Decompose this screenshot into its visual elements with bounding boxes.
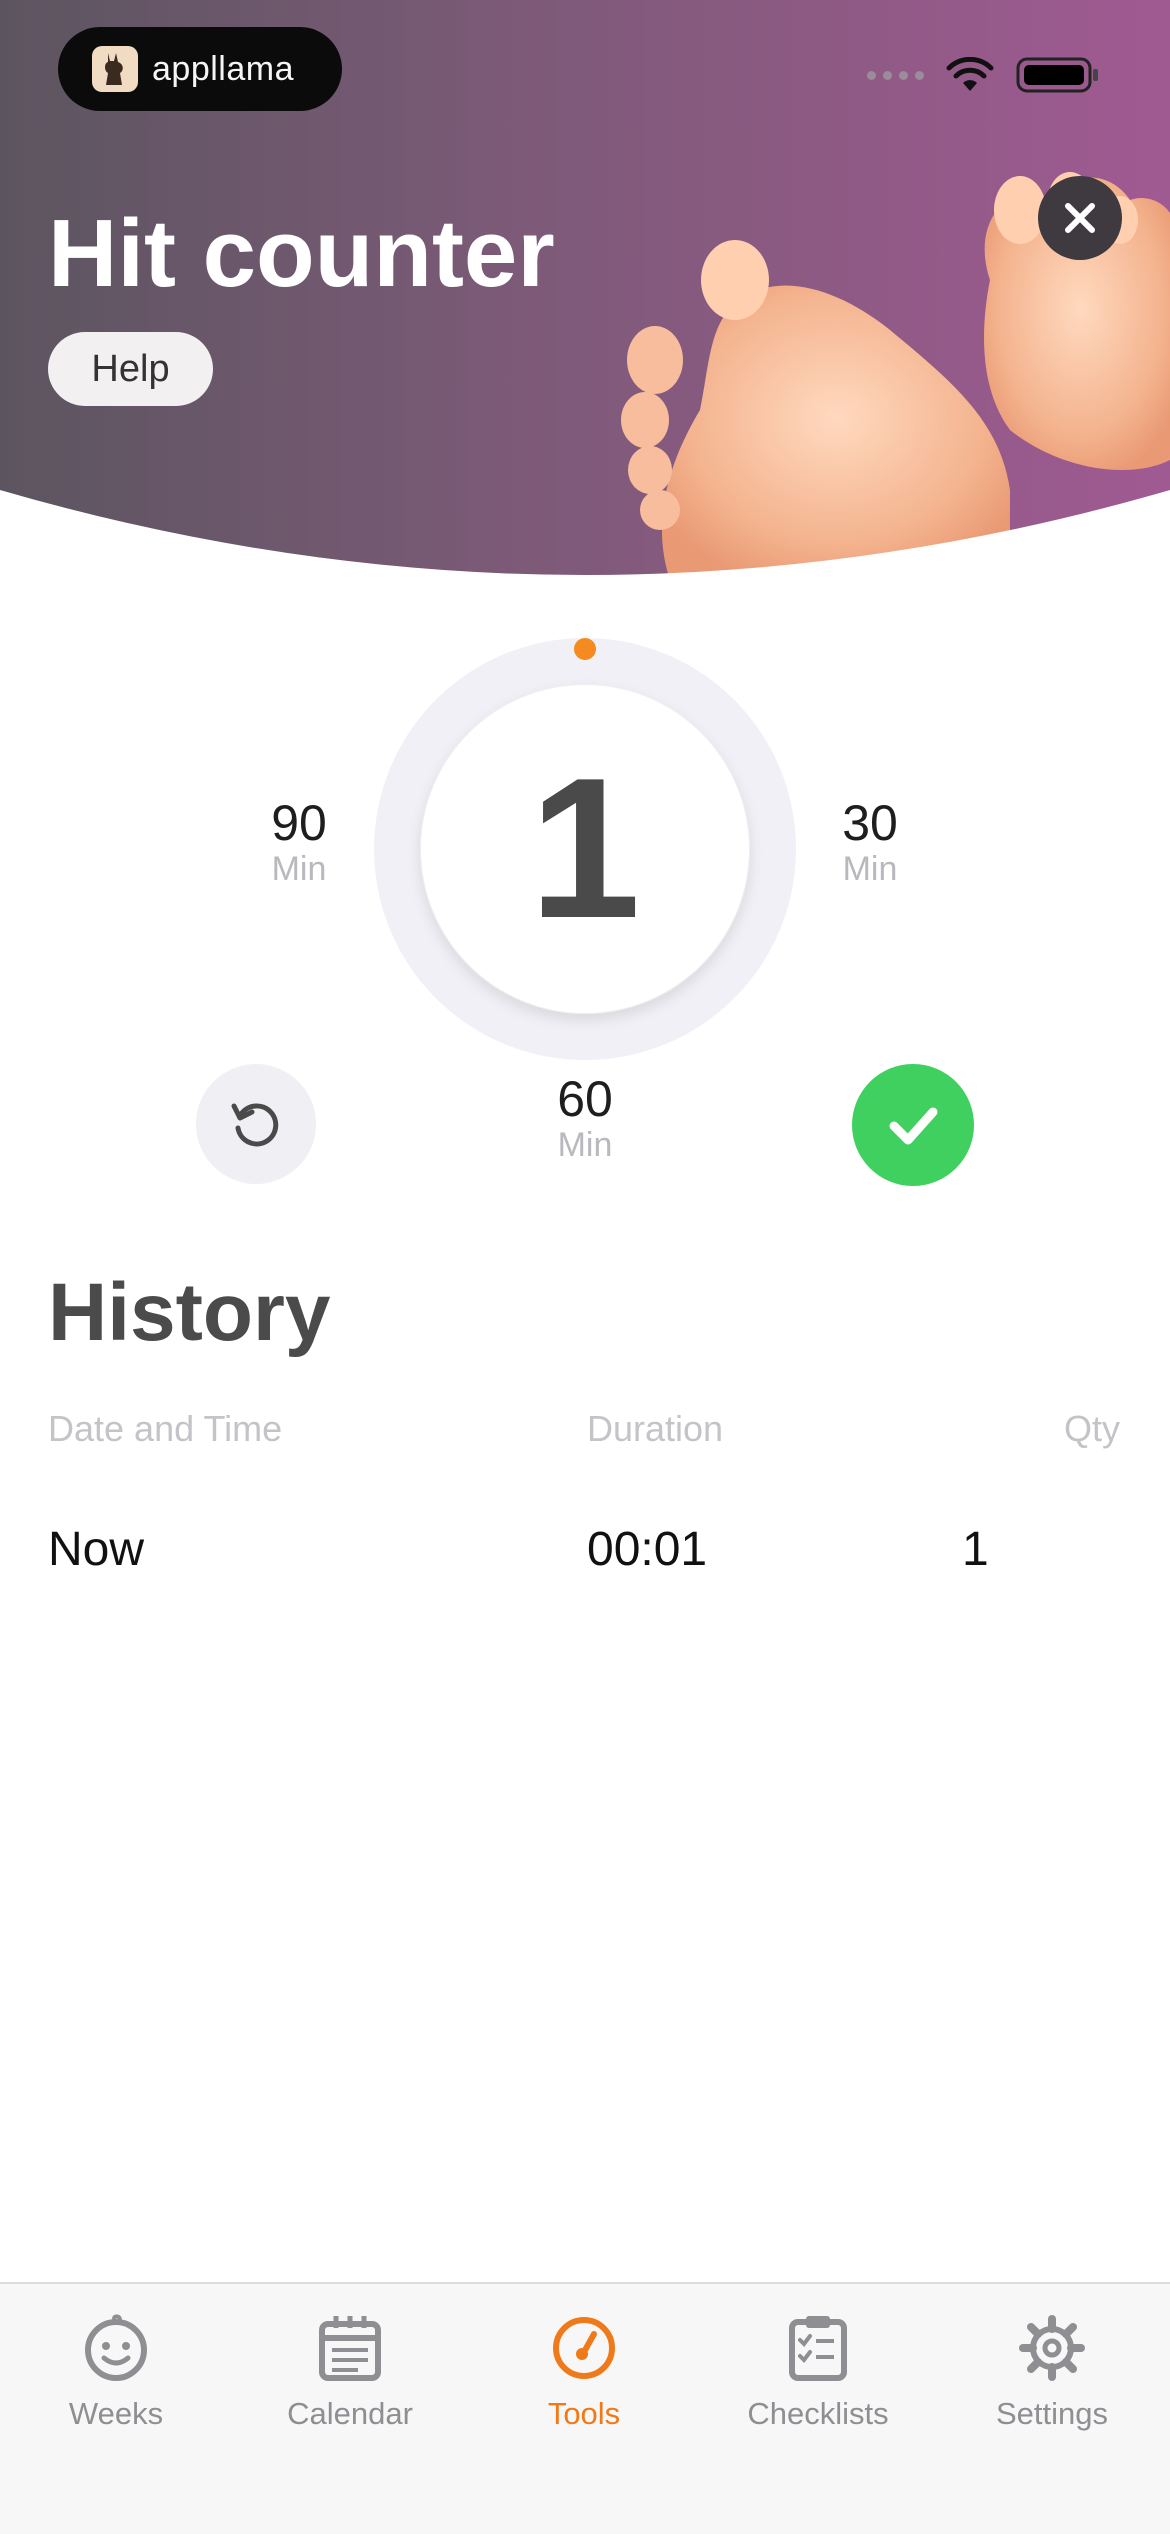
time-mark-value: 30 <box>842 795 898 851</box>
time-mark-unit: Min <box>557 1126 613 1164</box>
tab-weeks[interactable]: Weeks <box>16 2308 216 2432</box>
status-bar <box>867 56 1100 94</box>
brand-name: appllama <box>152 49 294 88</box>
column-header-duration: Duration <box>587 1408 724 1449</box>
cell-date-time: Now <box>48 1523 145 1576</box>
time-mark-30: 30 Min <box>800 796 940 888</box>
baby-face-icon <box>85 2314 147 2381</box>
hit-counter-button[interactable]: 1 <box>420 684 750 1014</box>
tab-bar: Weeks Calendar Tools Checklists Settings <box>0 2282 1170 2534</box>
checklist-icon <box>789 2316 847 2381</box>
cell-duration: 00:01 <box>587 1523 708 1576</box>
reset-button[interactable] <box>196 1064 316 1184</box>
battery-icon <box>1016 57 1098 93</box>
checkmark-icon <box>889 1107 938 1145</box>
calendar-icon <box>319 2316 381 2381</box>
page-title: Hit counter <box>48 200 555 307</box>
llama-logo-icon <box>92 46 138 92</box>
tab-label: Calendar <box>287 2396 413 2431</box>
hit-count: 1 <box>529 737 641 960</box>
tab-settings[interactable]: Settings <box>952 2308 1152 2432</box>
tab-tools[interactable]: Tools <box>484 2308 684 2432</box>
gear-icon <box>1019 2315 1085 2381</box>
help-button[interactable]: Help <box>48 332 213 406</box>
column-header-date-time: Date and Time <box>48 1408 283 1449</box>
tab-checklists[interactable]: Checklists <box>718 2308 918 2432</box>
confirm-button[interactable] <box>852 1064 974 1186</box>
time-mark-value: 60 <box>557 1071 613 1127</box>
close-icon <box>1065 203 1095 233</box>
timer-progress-dot <box>574 638 596 660</box>
time-mark-60: 60 Min <box>515 1072 655 1164</box>
close-button[interactable] <box>1038 176 1122 260</box>
brand-badge: appllama <box>58 27 342 111</box>
tab-label: Tools <box>547 2396 621 2431</box>
header-banner: appllama Hit counter Help <box>0 0 1170 580</box>
reset-icon <box>231 1103 279 1147</box>
time-mark-value: 90 <box>271 795 327 851</box>
cell-qty: 1 <box>962 1523 989 1576</box>
stopwatch-icon <box>553 2317 615 2379</box>
wifi-icon <box>946 57 994 91</box>
header-curve <box>0 490 1170 580</box>
time-mark-90: 90 Min <box>229 796 369 888</box>
tab-calendar[interactable]: Calendar <box>250 2308 450 2432</box>
time-mark-unit: Min <box>271 850 327 888</box>
signal-dots-icon <box>867 70 924 80</box>
tab-label: Weeks <box>68 2396 164 2431</box>
tab-label: Settings <box>995 2396 1108 2431</box>
tab-label: Checklists <box>747 2396 889 2431</box>
history-title: History <box>48 1267 331 1358</box>
time-mark-unit: Min <box>842 850 898 888</box>
column-header-qty: Qty <box>1064 1408 1121 1449</box>
